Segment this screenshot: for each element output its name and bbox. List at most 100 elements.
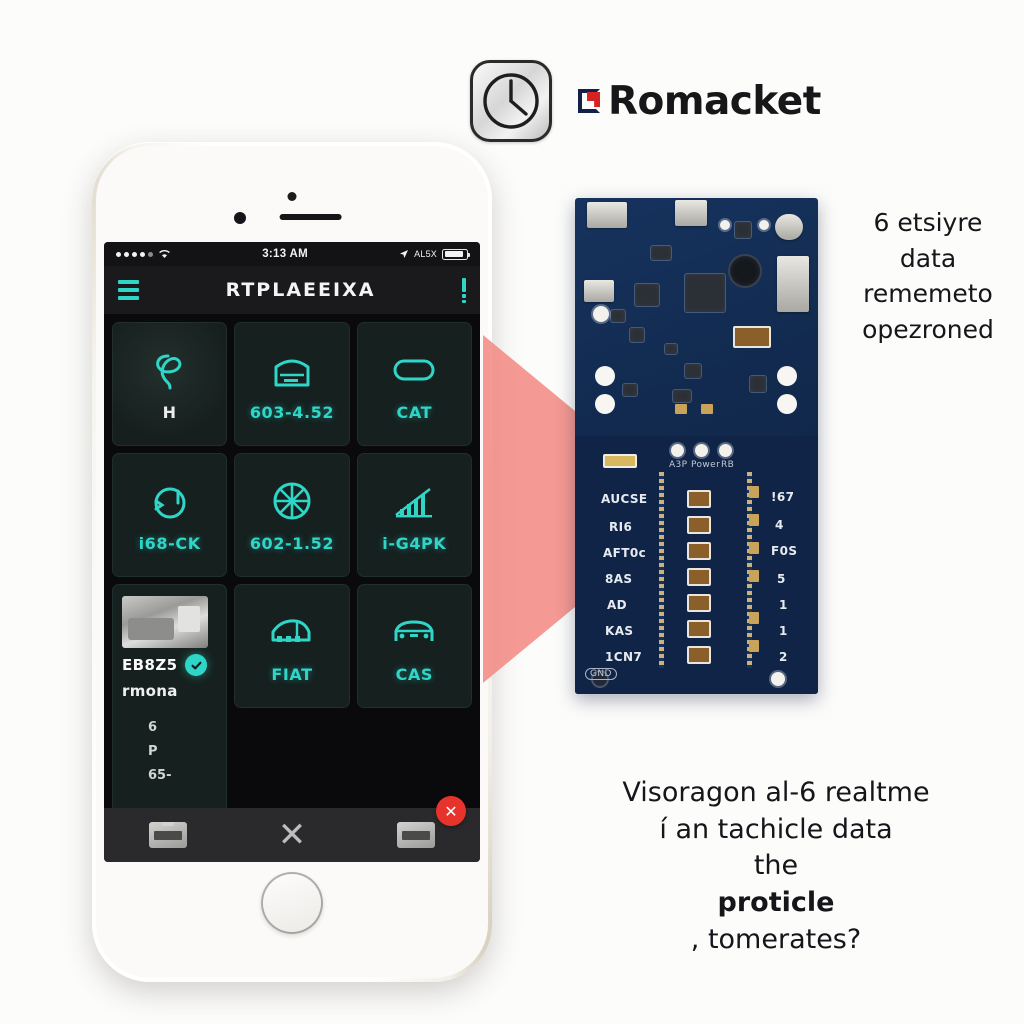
silk-label: AFT0c <box>603 546 647 561</box>
camera-chip-icon[interactable] <box>149 822 188 848</box>
brand-header: Romacket <box>470 60 821 142</box>
support-chip <box>651 246 671 260</box>
smartphone-device: 3:13 AM AL5X RTPLAEEIXA H 603-4.52 CAT i… <box>92 142 492 982</box>
smd-resistor <box>749 486 759 499</box>
via-pad <box>771 672 785 687</box>
via-pad <box>720 220 730 230</box>
silk-label: AD <box>607 598 628 613</box>
silk-label-gnd: GND <box>585 668 617 681</box>
page-title: RTPLAEEIXA <box>225 279 376 301</box>
smd-resistor <box>749 514 759 527</box>
silk-label: !67 <box>771 490 795 505</box>
brand-lockup: Romacket <box>578 79 821 124</box>
smd-component <box>687 516 711 535</box>
side-annotation: 6 etsiyre data rememeto opezroned <box>838 205 1018 347</box>
electrolytic-cap <box>730 256 760 286</box>
trimmer-pot <box>775 214 803 240</box>
tile-fiat[interactable]: FIAT <box>234 584 350 708</box>
smd-part <box>611 310 625 322</box>
knot-loop-icon <box>148 347 192 393</box>
board-chip-icon[interactable] <box>396 822 435 848</box>
side-line-4: opezroned <box>862 314 994 344</box>
smd-component <box>687 646 711 665</box>
fan-wheel-icon <box>270 478 314 524</box>
smd-component <box>687 594 711 613</box>
record-meta-item: P <box>148 744 158 759</box>
app-bar: RTPLAEEIXA <box>104 266 480 314</box>
tile-fan[interactable]: 602-1.52 <box>234 453 350 577</box>
silk-label: 5 <box>777 572 786 587</box>
silk-label: KAS <box>605 624 634 639</box>
silk-label-power: Power <box>691 460 721 471</box>
silk-label-rb: RB <box>721 460 735 471</box>
hamburger-menu-icon[interactable] <box>118 280 139 300</box>
circuit-board: A3P Power RB AUCSE RI6 AFT0c 8AS AD KAS … <box>575 198 818 694</box>
tile-cas[interactable]: CAS <box>356 584 472 708</box>
smd-part <box>630 328 644 342</box>
smd-component <box>687 568 711 587</box>
tile-label: i-G4PK <box>382 533 447 553</box>
smd-part <box>685 364 701 378</box>
board-top-section <box>575 198 818 436</box>
caption-post: , tomerates? <box>690 923 862 955</box>
inductor <box>735 222 751 238</box>
yellow-capacitor <box>603 454 637 469</box>
side-line-3: rememeto <box>863 279 993 308</box>
phone-screen: 3:13 AM AL5X RTPLAEEIXA H 603-4.52 CAT i… <box>104 242 480 862</box>
home-button[interactable] <box>261 872 323 934</box>
caption-bold: proticle <box>717 887 835 919</box>
tile-h[interactable]: H <box>112 322 228 446</box>
smd-resistor <box>749 612 759 625</box>
record-meta-item: 65- <box>148 768 172 783</box>
usb-connector <box>587 202 627 228</box>
relay-module <box>733 326 771 348</box>
silk-label: 4 <box>775 518 784 533</box>
test-point <box>671 444 684 458</box>
smd-part <box>623 384 637 396</box>
status-bar: 3:13 AM AL5X <box>104 242 480 266</box>
tile-radio-deck[interactable]: 603-4.52 <box>234 322 350 446</box>
silk-label-a3p: A3P <box>669 460 688 471</box>
tile-vehicle-record[interactable]: EB8Z5 rmona 6 P 65- <box>112 584 228 808</box>
front-camera-icon <box>287 192 297 201</box>
brand-name: Romacket <box>608 78 821 124</box>
clock-icon <box>470 60 552 142</box>
silk-label: 1 <box>779 624 788 639</box>
smd-component <box>687 542 711 561</box>
smd-component <box>687 490 711 509</box>
radio-deck-icon <box>268 347 316 393</box>
close-button[interactable]: ✕ <box>436 796 466 826</box>
record-meta-list: 6 P 65- <box>148 720 172 783</box>
mounting-hole <box>777 394 797 414</box>
bar-chart-icon <box>392 478 436 524</box>
via-pad <box>759 220 769 230</box>
tile-gauge[interactable]: i68-CK <box>112 453 228 577</box>
bottom-caption: Visoragon al-6 realtme í an tachicle dat… <box>536 775 1016 959</box>
status-right: AL5X <box>399 248 470 260</box>
tile-bar-chart[interactable]: i-G4PK <box>356 453 472 577</box>
microphone-icon <box>234 212 246 224</box>
check-badge-icon <box>185 654 208 676</box>
main-mcu-chip <box>685 274 725 312</box>
battery-icon <box>442 248 470 260</box>
more-options-icon[interactable] <box>462 277 466 303</box>
romacket-logo-mark-icon <box>578 86 604 116</box>
signal-dots-icon <box>116 251 153 257</box>
close-x-icon[interactable]: ✕ <box>278 818 307 852</box>
tile-label: 602-1.52 <box>249 533 335 553</box>
mounting-hole <box>595 394 615 414</box>
silk-label: RI6 <box>609 520 633 535</box>
tile-cat[interactable]: CAT <box>356 322 472 446</box>
mounting-pad <box>593 306 609 322</box>
smd-resistor <box>749 640 759 653</box>
bottom-toolbar: ✕ ✕ <box>104 796 480 862</box>
caption-line-3: the proticle , tomerates? <box>536 848 1016 958</box>
tile-label: H <box>162 402 177 422</box>
pin-header-left <box>659 472 664 669</box>
tile-label: CAS <box>395 664 434 684</box>
car-side-icon <box>267 609 317 655</box>
caption-pre: the <box>753 850 799 882</box>
caption-line-1: Visoragon al-6 realtme <box>622 777 930 808</box>
location-arrow-icon <box>400 250 409 258</box>
silk-label: 8AS <box>605 572 633 587</box>
